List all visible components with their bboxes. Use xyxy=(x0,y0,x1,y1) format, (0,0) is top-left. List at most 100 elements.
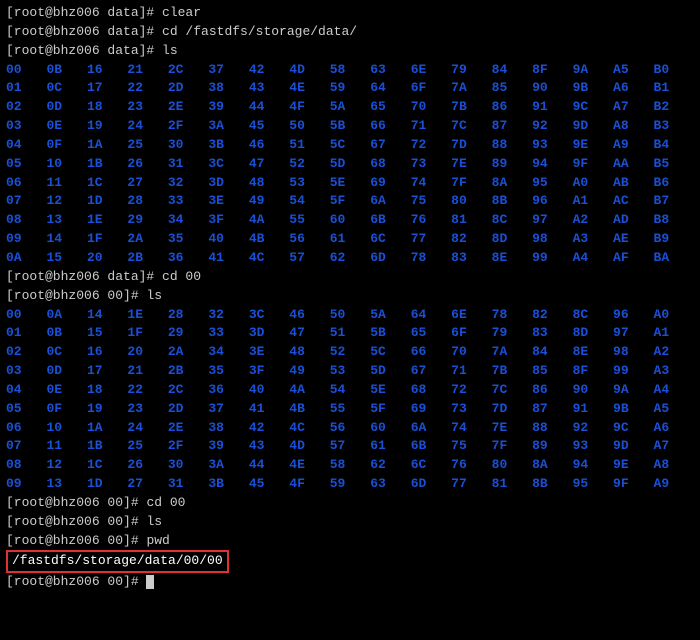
directory-item: 0E xyxy=(46,381,86,400)
directory-item: 30 xyxy=(168,136,208,155)
directory-item: 9C xyxy=(613,419,653,438)
directory-item: 30 xyxy=(168,456,208,475)
directory-item: 5D xyxy=(330,155,370,174)
directory-item: 50 xyxy=(289,117,329,136)
directory-item: 74 xyxy=(451,419,491,438)
directory-item: 13 xyxy=(46,211,86,230)
directory-item: 63 xyxy=(370,475,410,494)
directory-item: 3E xyxy=(249,343,289,362)
directory-item: 0A xyxy=(46,306,86,325)
highlighted-path: /fastdfs/storage/data/00/00 xyxy=(6,550,229,573)
directory-item: 91 xyxy=(532,98,572,117)
directory-item: 7A xyxy=(451,79,491,98)
prompt: [root@bhz006 data]# xyxy=(6,43,162,58)
directory-item: 54 xyxy=(330,381,370,400)
directory-item: 15 xyxy=(46,249,86,268)
directory-item: 03 xyxy=(6,362,46,381)
directory-item: 71 xyxy=(411,117,451,136)
directory-item: 18 xyxy=(87,381,127,400)
directory-item: 5C xyxy=(330,136,370,155)
prompt-line: [root@bhz006 00]# pwd xyxy=(6,532,694,551)
directory-item: 59 xyxy=(330,475,370,494)
directory-item: 35 xyxy=(208,362,248,381)
directory-item: 67 xyxy=(370,136,410,155)
directory-item: 6B xyxy=(411,437,451,456)
directory-item: 33 xyxy=(168,192,208,211)
directory-item: 7F xyxy=(451,174,491,193)
directory-item: 5C xyxy=(370,343,410,362)
directory-item: 54 xyxy=(289,192,329,211)
directory-item: 4C xyxy=(249,249,289,268)
directory-item: 50 xyxy=(330,306,370,325)
directory-item: 06 xyxy=(6,419,46,438)
directory-item: 36 xyxy=(168,249,208,268)
directory-item: 91 xyxy=(573,400,613,419)
directory-item: A3 xyxy=(654,362,694,381)
directory-item: 31 xyxy=(168,155,208,174)
directory-item: 90 xyxy=(573,381,613,400)
directory-item: B6 xyxy=(654,174,694,193)
directory-item: 8C xyxy=(492,211,532,230)
directory-item: 8B xyxy=(492,192,532,211)
prompt: [root@bhz006 data]# xyxy=(6,5,162,20)
directory-item: 74 xyxy=(411,174,451,193)
directory-item: 99 xyxy=(613,362,653,381)
directory-item: 6D xyxy=(370,249,410,268)
directory-item: 46 xyxy=(249,136,289,155)
directory-item: 69 xyxy=(370,174,410,193)
directory-item: 76 xyxy=(411,211,451,230)
directory-item: 38 xyxy=(208,79,248,98)
directory-item: 9A xyxy=(613,381,653,400)
directory-item: AE xyxy=(613,230,653,249)
directory-item: 0C xyxy=(46,343,86,362)
directory-item: 5A xyxy=(370,306,410,325)
directory-item: A0 xyxy=(573,174,613,193)
directory-item: 46 xyxy=(289,306,329,325)
directory-item: B8 xyxy=(654,211,694,230)
prompt-line[interactable]: [root@bhz006 00]# xyxy=(6,573,694,592)
directory-item: 9E xyxy=(613,456,653,475)
directory-item: 62 xyxy=(370,456,410,475)
directory-item: 89 xyxy=(532,437,572,456)
directory-item: 27 xyxy=(127,174,167,193)
directory-item: 29 xyxy=(168,324,208,343)
directory-item: A7 xyxy=(654,437,694,456)
directory-item: 86 xyxy=(532,381,572,400)
command: ls xyxy=(146,288,162,303)
directory-item: 2B xyxy=(127,249,167,268)
directory-item: 6C xyxy=(370,230,410,249)
directory-item: 10 xyxy=(46,155,86,174)
directory-item: 32 xyxy=(168,174,208,193)
directory-item: AB xyxy=(613,174,653,193)
directory-item: 22 xyxy=(127,381,167,400)
directory-item: 0C xyxy=(46,79,86,98)
directory-item: 81 xyxy=(492,475,532,494)
directory-item: 61 xyxy=(370,437,410,456)
directory-item: 05 xyxy=(6,155,46,174)
directory-item: 39 xyxy=(208,98,248,117)
directory-item: 0D xyxy=(46,98,86,117)
directory-item: 20 xyxy=(127,343,167,362)
directory-item: 51 xyxy=(289,136,329,155)
directory-item: 1B xyxy=(87,437,127,456)
directory-item: 72 xyxy=(451,381,491,400)
directory-item: 37 xyxy=(208,61,248,80)
directory-item: 53 xyxy=(330,362,370,381)
directory-item: B3 xyxy=(654,117,694,136)
directory-item: 11 xyxy=(46,437,86,456)
directory-item: 26 xyxy=(127,155,167,174)
directory-item: A9 xyxy=(654,475,694,494)
directory-item: 9F xyxy=(613,475,653,494)
directory-item: 1D xyxy=(87,192,127,211)
directory-item: 97 xyxy=(532,211,572,230)
directory-item: 9B xyxy=(573,79,613,98)
directory-item: 9E xyxy=(573,136,613,155)
directory-item: 6A xyxy=(370,192,410,211)
directory-item: 1C xyxy=(87,456,127,475)
directory-item: 00 xyxy=(6,306,46,325)
directory-item: B4 xyxy=(654,136,694,155)
directory-item: 98 xyxy=(532,230,572,249)
directory-item: 19 xyxy=(87,117,127,136)
directory-item: 26 xyxy=(127,456,167,475)
directory-item: 01 xyxy=(6,79,46,98)
